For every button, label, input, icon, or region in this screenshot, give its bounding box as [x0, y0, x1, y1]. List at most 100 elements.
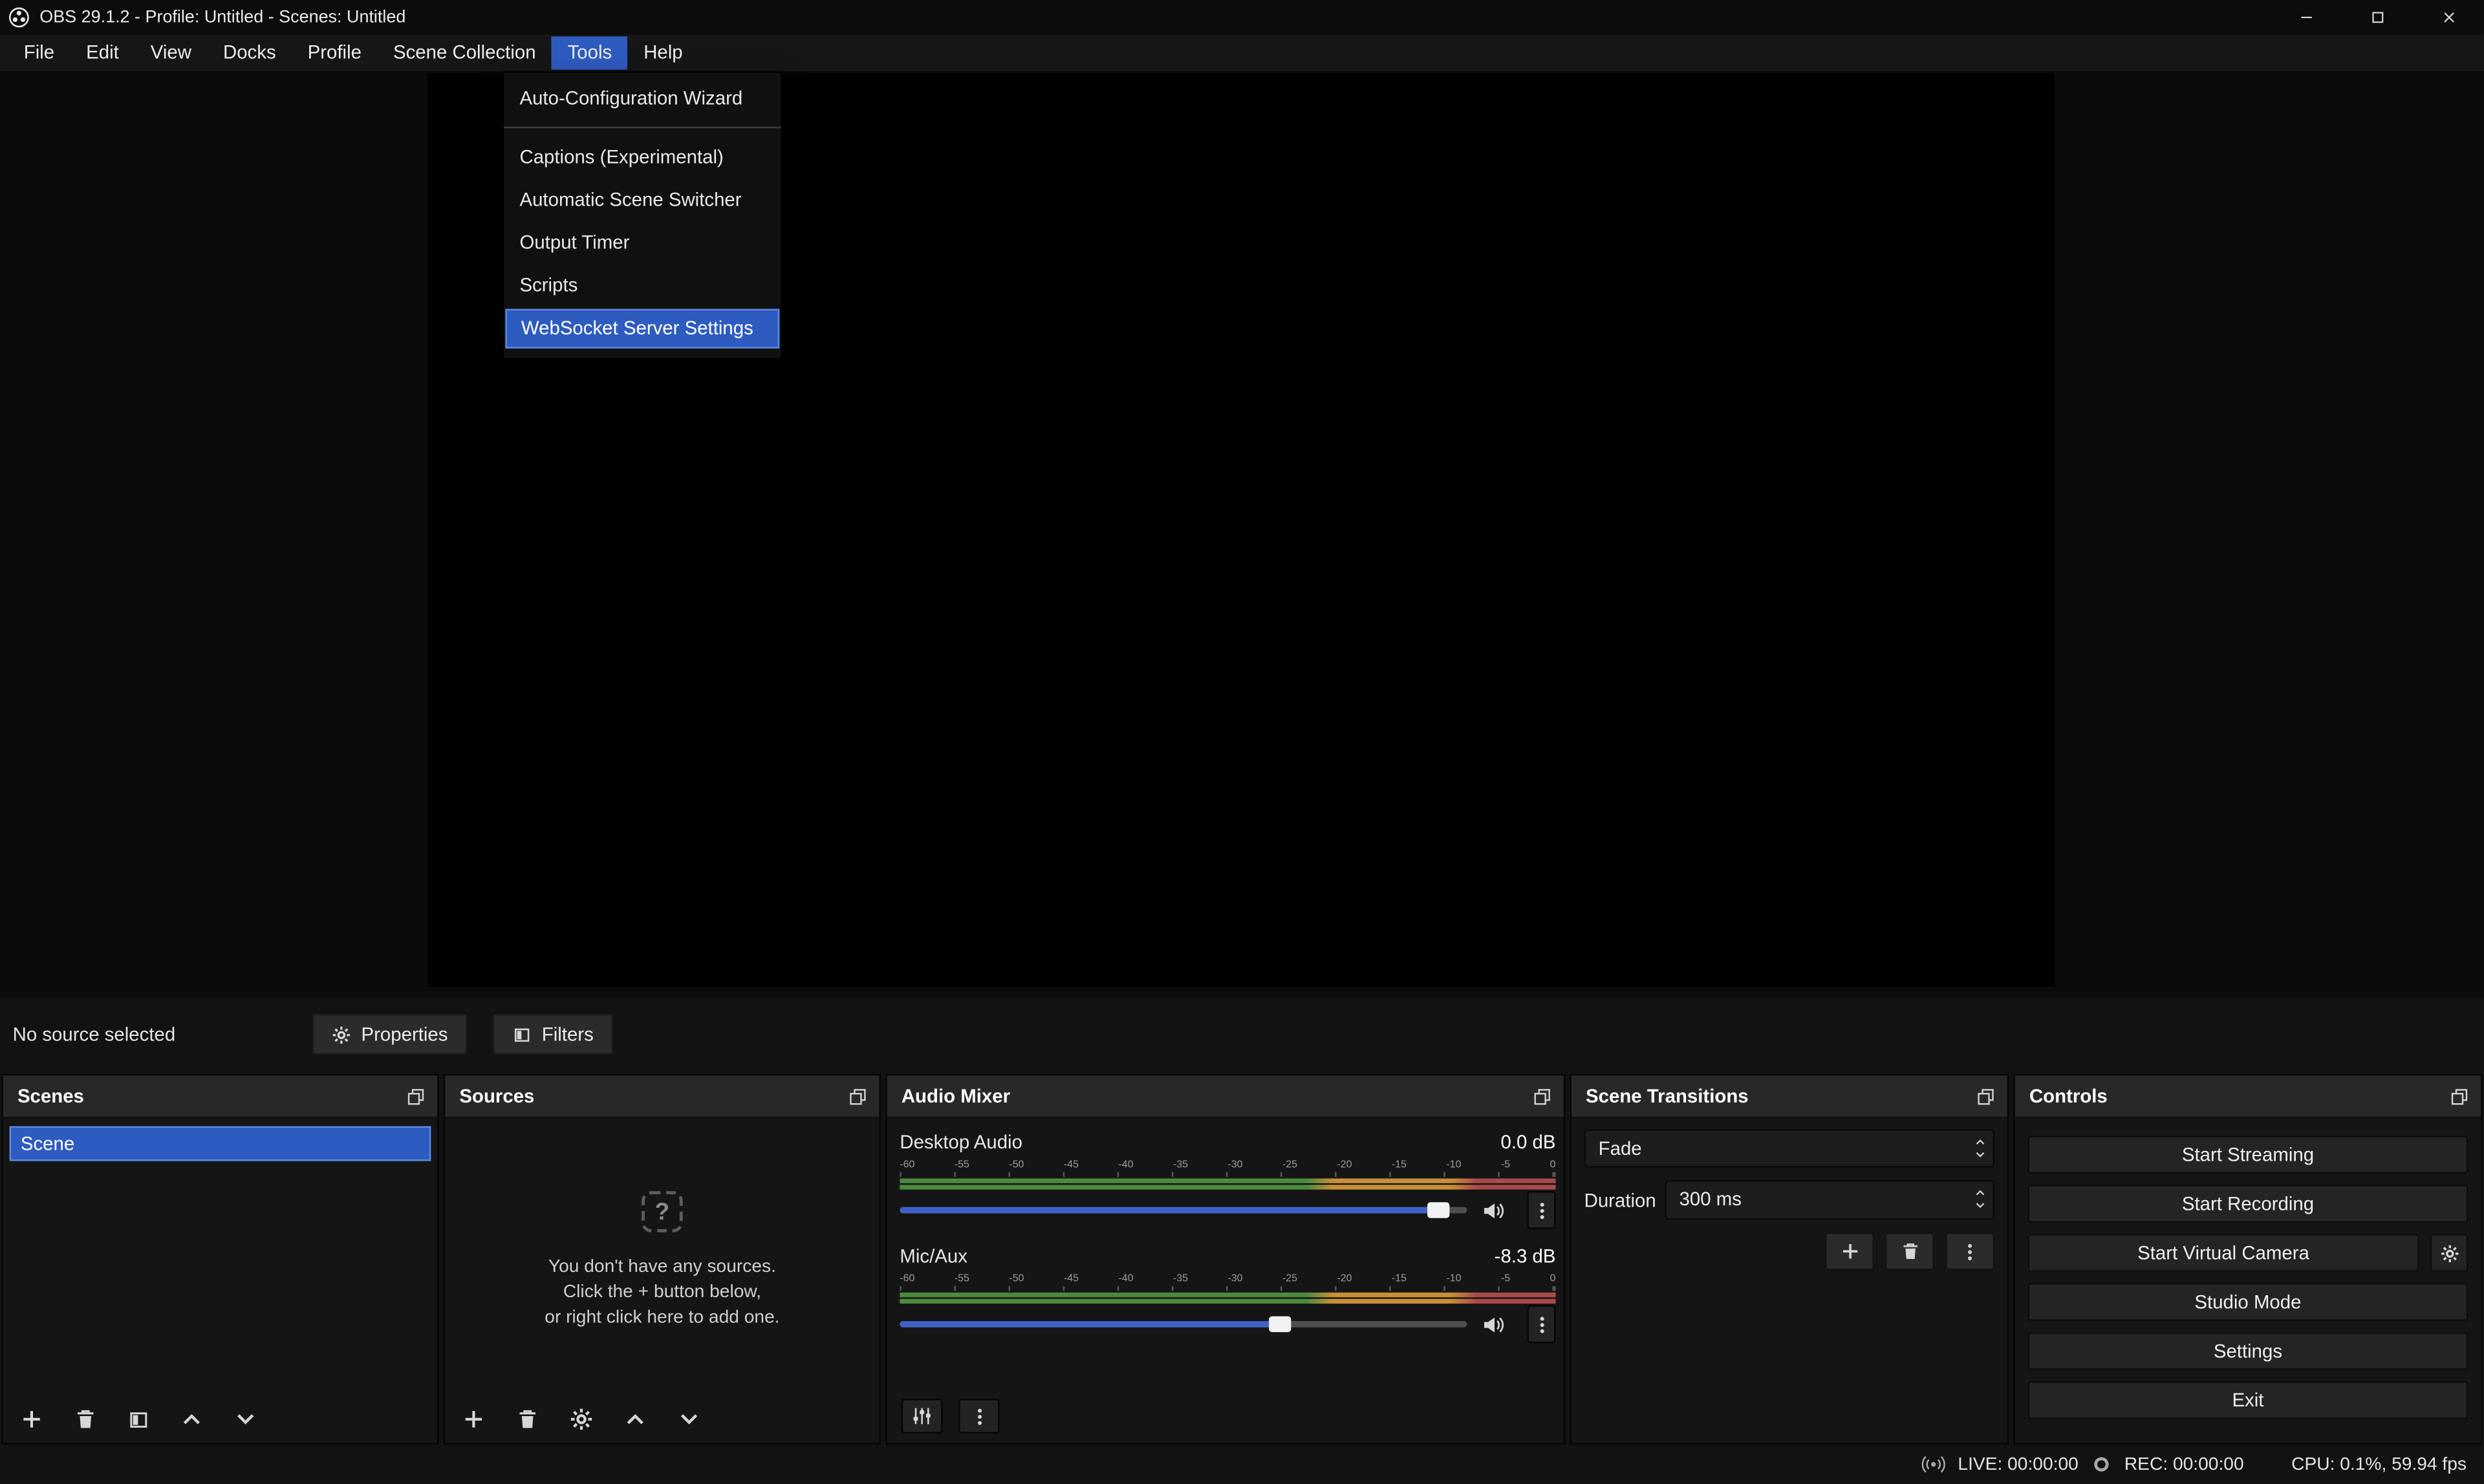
duration-spinbox[interactable]: 300 ms: [1665, 1180, 1995, 1220]
meter-tick-label: -30: [1227, 1273, 1242, 1286]
move-source-up-button[interactable]: [623, 1406, 648, 1432]
filters-button[interactable]: Filters: [493, 1014, 612, 1055]
move-source-down-button[interactable]: [676, 1406, 702, 1432]
cpu-fps-stats: CPU: 0.1%, 59.94 fps: [2291, 1455, 2467, 1474]
meter-scale: -60-55-50-45-40-35-30-25-20-15-10-50: [900, 1159, 1555, 1172]
popout-icon: [1976, 1086, 1996, 1106]
meter-scale: -60-55-50-45-40-35-30-25-20-15-10-50: [900, 1273, 1555, 1286]
exit-button[interactable]: Exit: [2027, 1381, 2468, 1419]
controls-body: Start Streaming Start Recording Start Vi…: [2027, 1118, 2468, 1419]
minimize-button[interactable]: [2270, 0, 2341, 35]
meter-tick-label: -35: [1173, 1159, 1188, 1172]
window-title: OBS 29.1.2 - Profile: Untitled - Scenes:…: [39, 8, 405, 27]
menu-tools[interactable]: Tools: [552, 36, 628, 69]
statusbar: LIVE: 00:00:00 REC: 00:00:00 CPU: 0.1%, …: [0, 1445, 2484, 1484]
close-button[interactable]: [2413, 0, 2484, 35]
meter-tick-label: -50: [1009, 1273, 1024, 1286]
menu-item-websocket-server-settings[interactable]: WebSocket Server Settings: [505, 309, 779, 349]
menu-item-output-timer[interactable]: Output Timer: [504, 222, 781, 264]
live-signal-icon: [1921, 1452, 1945, 1476]
start-streaming-button[interactable]: Start Streaming: [2027, 1135, 2468, 1174]
popout-button[interactable]: [1976, 1086, 1996, 1106]
sources-dock-header: Sources: [445, 1075, 879, 1118]
meter-tick-label: -10: [1446, 1273, 1461, 1286]
menu-help[interactable]: Help: [628, 36, 698, 69]
plus-icon: [1839, 1240, 1861, 1262]
channel-options-button[interactable]: [1527, 1305, 1555, 1343]
start-recording-button[interactable]: Start Recording: [2027, 1185, 2468, 1223]
chevron-down-icon[interactable]: [1974, 1199, 1987, 1212]
add-transition-button[interactable]: [1825, 1232, 1874, 1271]
transition-select[interactable]: Fade: [1584, 1130, 1994, 1168]
transitions-dock-header: Scene Transitions: [1571, 1075, 2007, 1118]
source-properties-button[interactable]: [568, 1406, 594, 1432]
sources-toolbar: [461, 1406, 702, 1432]
mixer-options-button[interactable]: [958, 1399, 1000, 1434]
speaker-mute-button[interactable]: [1481, 1312, 1505, 1336]
meter-tick-label: -5: [1501, 1273, 1510, 1286]
remove-transition-button[interactable]: [1885, 1232, 1934, 1271]
properties-button[interactable]: Properties: [312, 1014, 467, 1055]
move-scene-up-button[interactable]: [179, 1406, 204, 1432]
add-scene-button[interactable]: [19, 1406, 44, 1432]
scene-filters-button[interactable]: [127, 1407, 151, 1431]
virtual-camera-settings-button[interactable]: [2430, 1234, 2468, 1272]
transitions-body: Fade Duration 300 ms: [1584, 1118, 1994, 1443]
maximize-icon: [2368, 8, 2386, 27]
scenes-toolbar: [19, 1406, 258, 1432]
volume-slider-handle[interactable]: [1269, 1317, 1291, 1332]
meter-tick-label: -15: [1392, 1159, 1407, 1172]
popout-button[interactable]: [848, 1086, 869, 1106]
menu-file[interactable]: File: [8, 36, 70, 69]
advanced-audio-button[interactable]: [902, 1399, 943, 1434]
move-scene-down-button[interactable]: [233, 1406, 258, 1432]
popout-icon: [1532, 1086, 1553, 1106]
menu-view[interactable]: View: [135, 36, 207, 69]
menu-item-captions-experimental[interactable]: Captions (Experimental): [504, 136, 781, 179]
source-toolbar-row: No source selected Properties Filters: [0, 998, 2484, 1074]
meter-tick-label: -25: [1282, 1273, 1297, 1286]
audio-mixer-dock: Audio Mixer Desktop Audio 0.0 dB -60-55-…: [885, 1074, 1565, 1445]
mixer-channel-mic-aux: Mic/Aux -8.3 dB -60-55-50-45-40-35-30-25…: [900, 1245, 1555, 1339]
sources-dock: Sources ? You don't have any sources. Cl…: [444, 1074, 881, 1445]
settings-button[interactable]: Settings: [2027, 1332, 2468, 1370]
scene-list-item[interactable]: Scene: [10, 1126, 431, 1161]
source-status-text: No source selected: [13, 1023, 176, 1045]
meter-tick-label: -40: [1118, 1159, 1133, 1172]
remove-scene-button[interactable]: [73, 1406, 98, 1432]
tools-menu-popup: Auto-Configuration Wizard Captions (Expe…: [502, 71, 783, 360]
kebab-icon: [1531, 1200, 1552, 1221]
maximize-button[interactable]: [2342, 0, 2413, 35]
kebab-icon: [1960, 1241, 1980, 1262]
start-virtual-camera-button[interactable]: Start Virtual Camera: [2027, 1234, 2419, 1272]
add-source-button[interactable]: [461, 1406, 486, 1432]
popout-button[interactable]: [2449, 1086, 2470, 1106]
menu-profile[interactable]: Profile: [292, 36, 377, 69]
menu-edit[interactable]: Edit: [70, 36, 135, 69]
chevron-up-icon[interactable]: [1974, 1187, 1987, 1199]
remove-source-button[interactable]: [515, 1406, 540, 1432]
popout-button[interactable]: [405, 1086, 426, 1106]
volume-slider[interactable]: [900, 1198, 1467, 1223]
menu-item-automatic-scene-switcher[interactable]: Automatic Scene Switcher: [504, 179, 781, 222]
menu-docks[interactable]: Docks: [207, 36, 292, 69]
meter-tick-label: -35: [1173, 1273, 1188, 1286]
duration-label: Duration: [1584, 1188, 1665, 1210]
channel-options-button[interactable]: [1527, 1191, 1555, 1229]
volume-slider[interactable]: [900, 1311, 1467, 1337]
volume-slider-handle[interactable]: [1427, 1202, 1449, 1218]
menu-scene-collection[interactable]: Scene Collection: [377, 36, 552, 69]
studio-mode-button[interactable]: Studio Mode: [2027, 1283, 2468, 1321]
meter-tick-label: -15: [1392, 1273, 1407, 1286]
scene-transitions-dock: Scene Transitions Fade Duration 300 ms: [1570, 1074, 2009, 1445]
speaker-mute-button[interactable]: [1481, 1198, 1505, 1222]
popout-icon: [848, 1086, 869, 1106]
meter-tick-label: -25: [1282, 1159, 1297, 1172]
menu-item-auto-configuration-wizard[interactable]: Auto-Configuration Wizard: [504, 78, 781, 120]
transition-options-button[interactable]: [1945, 1232, 1994, 1271]
close-icon: [2439, 8, 2457, 27]
popout-button[interactable]: [1532, 1086, 1553, 1106]
preview-area: [0, 71, 2484, 998]
menu-item-scripts[interactable]: Scripts: [504, 264, 781, 307]
question-placeholder-icon: ?: [642, 1191, 683, 1232]
